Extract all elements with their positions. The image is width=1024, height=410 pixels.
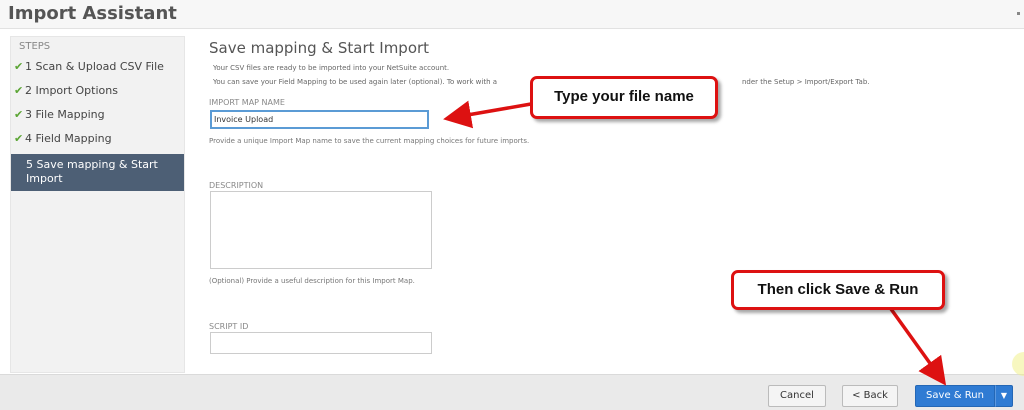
intro-text-1: Your CSV files are ready to be imported …	[213, 64, 450, 72]
description-help: (Optional) Provide a useful description …	[209, 277, 415, 285]
intro-text-2a: You can save your Field Mapping to be us…	[213, 78, 498, 86]
import-map-name-help: Provide a unique Import Map name to save…	[209, 137, 530, 145]
save-and-run-button[interactable]: Save & Run	[915, 385, 995, 407]
mouse-cursor-highlight	[1012, 352, 1024, 376]
step-label: 2 Import Options	[25, 84, 118, 97]
steps-sidebar: STEPS ✔ 1 Scan & Upload CSV File ✔ 2 Imp…	[10, 36, 185, 373]
title-bar: Import Assistant	[0, 0, 1024, 29]
check-icon: ✔	[14, 84, 24, 97]
steps-heading: STEPS	[19, 41, 51, 52]
script-id-input[interactable]	[210, 332, 432, 354]
annotation-callout-file-name: Type your file name	[530, 76, 718, 119]
intro-text-2b: nder the Setup > Import/Export Tab.	[742, 78, 870, 86]
back-button[interactable]: < Back	[842, 385, 898, 407]
check-icon: ✔	[14, 108, 24, 121]
step-label: 5 Save mapping & Start Import	[26, 158, 158, 185]
step-file-mapping[interactable]: ✔ 3 File Mapping	[11, 105, 184, 129]
footer-bar: Cancel < Back Save & Run ▼	[0, 374, 1024, 410]
script-id-label: SCRIPT ID	[209, 322, 249, 331]
step-save-mapping-active[interactable]: 5 Save mapping & Start Import	[11, 154, 184, 191]
check-icon: ✔	[14, 60, 24, 73]
check-icon: ✔	[14, 132, 24, 145]
save-run-dropdown-icon[interactable]: ▼	[995, 385, 1013, 407]
cancel-button[interactable]: Cancel	[768, 385, 826, 407]
import-map-name-input[interactable]: Invoice Upload	[210, 110, 429, 129]
app-title: Import Assistant	[8, 3, 177, 24]
description-label: DESCRIPTION	[209, 181, 264, 190]
annotation-callout-save-run: Then click Save & Run	[731, 270, 945, 310]
step-label: 3 File Mapping	[25, 108, 105, 121]
step-label: 4 Field Mapping	[25, 132, 112, 145]
description-textarea[interactable]	[210, 191, 432, 269]
step-scan-upload[interactable]: ✔ 1 Scan & Upload CSV File	[11, 57, 184, 81]
page-title: Save mapping & Start Import	[209, 39, 430, 57]
import-map-name-label: IMPORT MAP NAME	[209, 98, 285, 107]
step-label: 1 Scan & Upload CSV File	[25, 60, 164, 73]
step-field-mapping[interactable]: ✔ 4 Field Mapping	[11, 129, 184, 153]
header-menu-icon[interactable]	[1017, 12, 1020, 15]
step-import-options[interactable]: ✔ 2 Import Options	[11, 81, 184, 105]
